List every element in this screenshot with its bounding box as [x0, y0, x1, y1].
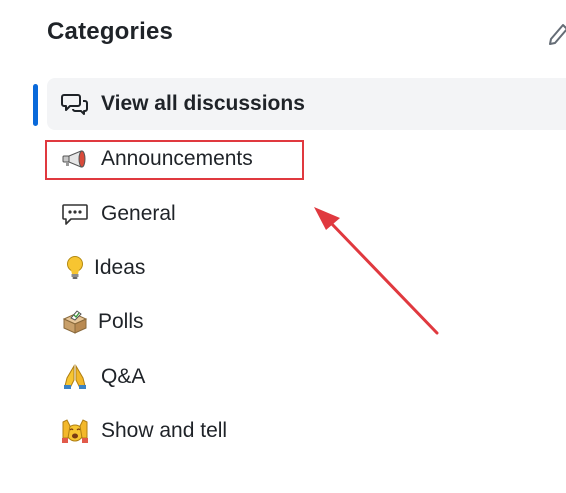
raising-hands-icon	[60, 419, 90, 443]
category-view-all-discussions[interactable]: View all discussions	[47, 78, 566, 130]
category-label: General	[101, 202, 176, 225]
pencil-icon[interactable]	[546, 20, 566, 48]
category-label: Show and tell	[101, 419, 228, 442]
category-show-and-tell[interactable]: Show and tell	[47, 405, 566, 457]
category-announcements[interactable]: Announcements	[47, 133, 566, 185]
category-polls[interactable]: Polls	[47, 296, 566, 348]
folded-hands-icon	[60, 364, 90, 389]
categories-title: Categories	[47, 18, 174, 45]
light-bulb-icon	[60, 256, 90, 280]
category-label: Polls	[98, 310, 144, 333]
category-general[interactable]: General	[47, 188, 566, 240]
megaphone-icon	[60, 147, 90, 171]
category-label: Q&A	[101, 365, 146, 388]
ballot-box-icon	[60, 310, 90, 334]
category-qa[interactable]: Q&A	[47, 351, 566, 403]
discussions-icon	[60, 92, 90, 116]
category-label: Ideas	[94, 256, 146, 279]
selected-indicator	[33, 84, 38, 126]
category-label: Announcements	[101, 147, 253, 170]
category-ideas[interactable]: Ideas	[47, 242, 566, 294]
category-label: View all discussions	[101, 92, 305, 115]
speech-balloon-icon	[60, 202, 90, 226]
